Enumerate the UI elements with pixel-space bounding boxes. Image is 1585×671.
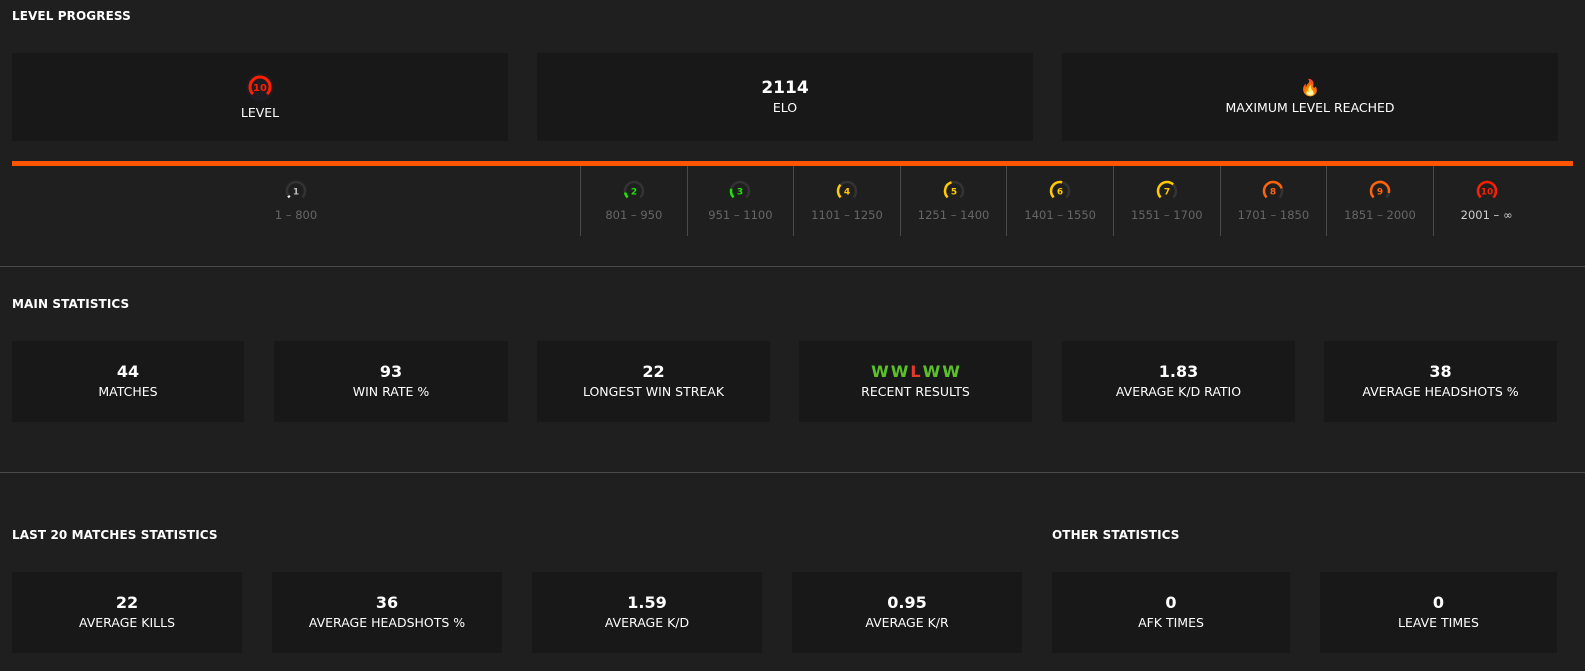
stat-card-afk-times: 0 AFK TIMES: [1052, 572, 1290, 653]
stat-value: 1.83: [1158, 362, 1199, 381]
stat-card-win-rate: 93 WIN RATE %: [274, 341, 508, 422]
max-level-label: MAXIMUM LEVEL REACHED: [1225, 99, 1395, 115]
level-4-gauge-icon: 4: [833, 178, 860, 204]
stat-value: 22: [115, 593, 139, 612]
max-level-card: 🔥 MAXIMUM LEVEL REACHED: [1062, 53, 1558, 141]
stat-value: 0: [1165, 593, 1177, 612]
elo-range-label: 1701 – 1850: [1237, 208, 1310, 222]
elo-label: ELO: [772, 99, 798, 115]
stat-label: RECENT RESULTS: [861, 384, 970, 399]
stat-card-average-kd: 1.59 AVERAGE K/D: [532, 572, 762, 653]
result-win: W: [942, 362, 960, 381]
stat-card-longest-win-streak: 22 LONGEST WIN STREAK: [537, 341, 770, 422]
stat-value: 93: [379, 362, 403, 381]
level-6-gauge-icon: 6: [1047, 178, 1074, 204]
stat-value: 22: [642, 362, 665, 381]
gauge-level-number: 2: [631, 188, 637, 198]
stat-value: 0.95: [887, 593, 927, 612]
level-3-gauge-icon: 3: [727, 178, 754, 204]
stat-label: LEAVE TIMES: [1398, 615, 1479, 630]
stat-card-average-headshots-20: 36 AVERAGE HEADSHOTS %: [272, 572, 502, 653]
level-1-gauge-icon: 1: [283, 178, 309, 204]
elo-range-label: 2001 – ∞: [1460, 208, 1513, 222]
other-statistics-title: OTHER STATISTICS: [1052, 528, 1180, 542]
stat-label: MATCHES: [98, 384, 158, 399]
stat-card-leave-times: 0 LEAVE TIMES: [1320, 572, 1557, 653]
level-range-2: 2 801 – 950: [580, 166, 687, 236]
stat-card-average-kills: 22 AVERAGE KILLS: [12, 572, 242, 653]
level-card: 10 LEVEL: [12, 53, 508, 141]
gauge-level-number: 3: [737, 188, 743, 198]
stat-label: LONGEST WIN STREAK: [582, 384, 725, 399]
elo-range-label: 1551 – 1700: [1130, 208, 1203, 222]
recent-results-list: WWLWW: [870, 362, 961, 382]
level-2-gauge-icon: 2: [620, 178, 647, 204]
stat-label: AVERAGE K/D RATIO: [1115, 384, 1242, 399]
stat-value: 0: [1432, 593, 1445, 612]
stat-label: AVERAGE HEADSHOTS %: [1362, 384, 1519, 399]
stat-card-matches: 44 MATCHES: [12, 341, 244, 422]
fire-icon: 🔥: [1300, 77, 1320, 97]
result-win: W: [922, 362, 941, 381]
level-progress-title: LEVEL PROGRESS: [12, 9, 131, 23]
gauge-level-number: 4: [844, 188, 850, 198]
level-range-7: 7 1551 – 1700: [1113, 166, 1220, 236]
stat-label: AVERAGE K/D: [604, 615, 690, 630]
elo-card: 2114 ELO: [537, 53, 1033, 141]
elo-range-label: 951 – 1100: [708, 208, 773, 222]
level-7-gauge-icon: 7: [1153, 178, 1180, 204]
last20-title: LAST 20 MATCHES STATISTICS: [12, 528, 218, 542]
level-label: LEVEL: [240, 104, 280, 120]
level-10-gauge-icon: 10: [246, 72, 274, 101]
level-range-9: 9 1851 – 2000: [1326, 166, 1433, 236]
section-divider: [0, 266, 1585, 267]
level-range-8: 8 1701 – 1850: [1219, 166, 1327, 236]
level-range-3: 3 951 – 1100: [686, 166, 794, 236]
level-9-gauge-icon: 9: [1366, 178, 1393, 204]
stat-label: AVERAGE K/R: [865, 615, 949, 630]
gauge-level-number: 10: [1480, 188, 1493, 198]
level-range-5: 5 1251 – 1400: [899, 166, 1007, 236]
elo-range-label: 1851 – 2000: [1344, 208, 1416, 222]
stat-card-average-kd-ratio: 1.83 AVERAGE K/D RATIO: [1062, 341, 1295, 422]
main-statistics-title: MAIN STATISTICS: [12, 297, 130, 311]
section-divider: [0, 472, 1585, 473]
elo-value: 2114: [761, 77, 809, 98]
gauge-level-number: 5: [950, 188, 956, 198]
stat-label: AFK TIMES: [1138, 615, 1204, 630]
gauge-level-number: 1: [293, 188, 299, 198]
stat-value: 38: [1429, 362, 1452, 381]
elo-range-label: 1251 – 1400: [917, 208, 990, 222]
elo-range-label: 801 – 950: [605, 208, 663, 222]
stat-label: AVERAGE KILLS: [78, 615, 175, 630]
level-range-10: 10 2001 – ∞: [1432, 166, 1540, 236]
stat-card-average-kr: 0.95 AVERAGE K/R: [792, 572, 1022, 653]
result-win: W: [871, 362, 889, 381]
stat-card-average-headshots: 38 AVERAGE HEADSHOTS %: [1324, 341, 1557, 422]
gauge-level-number: 10: [253, 83, 267, 94]
level-5-gauge-icon: 5: [940, 178, 967, 204]
stat-value: 1.59: [627, 593, 667, 612]
gauge-fill: [287, 195, 291, 199]
level-10-gauge-icon: 10: [1473, 178, 1500, 204]
stat-value: 44: [116, 362, 140, 381]
stat-card-recent-results: WWLWW RECENT RESULTS: [799, 341, 1032, 422]
level-range-6: 6 1401 – 1550: [1006, 166, 1113, 236]
level-range-4: 4 1101 – 1250: [793, 166, 900, 236]
gauge-level-number: 8: [1270, 188, 1276, 198]
stat-label: WIN RATE %: [352, 384, 430, 399]
stat-label: AVERAGE HEADSHOTS %: [308, 615, 466, 630]
elo-range-label: 1101 – 1250: [811, 208, 883, 222]
gauge-level-number: 6: [1057, 188, 1063, 198]
level-range-1: 1 1 – 800: [12, 166, 580, 236]
elo-range-label: 1401 – 1550: [1024, 208, 1096, 222]
level-8-gauge-icon: 8: [1260, 178, 1287, 204]
gauge-level-number: 7: [1164, 188, 1170, 198]
result-win: W: [890, 362, 909, 381]
elo-range-label: 1 – 800: [274, 208, 318, 222]
gauge-level-number: 9: [1377, 188, 1383, 198]
stat-value: 36: [375, 593, 399, 612]
result-loss: L: [910, 362, 921, 381]
